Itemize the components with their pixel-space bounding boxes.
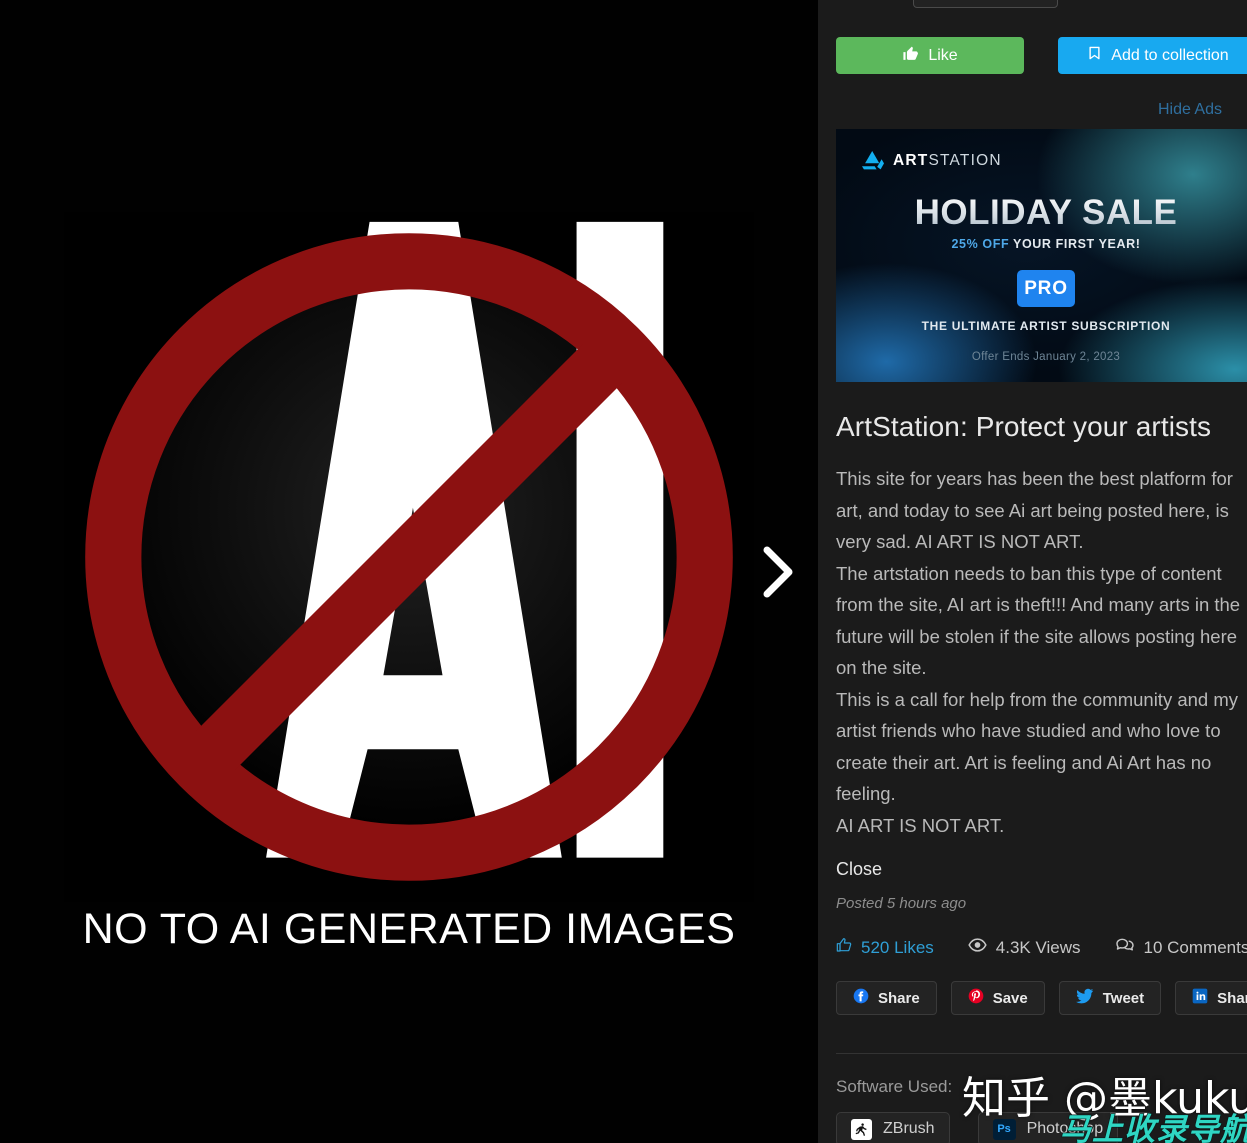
description-paragraph: This is a call for help from the communi… xyxy=(836,688,1239,805)
likes-stat-label: 520 Likes xyxy=(861,937,934,957)
follow-button-partial[interactable] xyxy=(913,0,1058,8)
artstation-pro-ad-banner[interactable]: ARTSTATION HOLIDAY SALE 25% OFF YOUR FIR… xyxy=(836,129,1247,382)
ad-subheadline-rest: YOUR FIRST YEAR! xyxy=(1013,237,1141,251)
artwork-detail-page: NO TO AI GENERATED IMAGES Like Add to co… xyxy=(0,0,1247,1143)
photoshop-icon: Ps xyxy=(992,1118,1016,1140)
artwork-caption: NO TO AI GENERATED IMAGES xyxy=(82,905,736,953)
comments-stat[interactable]: 10 Comments xyxy=(1115,937,1247,958)
posted-timestamp: Posted 5 hours ago xyxy=(836,895,967,912)
post-stats-row: 520 Likes 4.3K Views 10 Comments xyxy=(836,937,1247,958)
facebook-share-label: Share xyxy=(878,989,920,1007)
add-to-collection-button[interactable]: Add to collection xyxy=(1058,37,1247,74)
description-paragraph: The artstation needs to ban this type of… xyxy=(836,562,1241,679)
thumbs-up-icon xyxy=(836,937,852,958)
page-title: ArtStation: Protect your artists xyxy=(836,411,1212,442)
ad-tagline: THE ULTIMATE ARTIST SUBSCRIPTION xyxy=(921,319,1171,333)
software-used-label: Software Used: xyxy=(836,1077,953,1096)
close-description-link[interactable]: Close xyxy=(836,859,882,880)
pinterest-save-label: Save xyxy=(992,989,1028,1007)
facebook-icon xyxy=(853,988,869,1008)
artstation-logo-icon xyxy=(862,151,884,170)
thumbs-up-icon xyxy=(902,45,919,67)
ad-brand-text: ARTSTATION xyxy=(893,152,1002,170)
description-paragraph: This site for years has been the best pl… xyxy=(836,468,1233,552)
like-button[interactable]: Like xyxy=(836,37,1024,74)
software-item-photoshop[interactable]: Ps Photoshop xyxy=(977,1112,1119,1143)
no-ai-sign-graphic xyxy=(59,211,759,902)
ad-brand-bold: ART xyxy=(893,151,929,169)
artwork-viewer: NO TO AI GENERATED IMAGES xyxy=(0,0,818,1143)
bookmark-icon xyxy=(1087,44,1102,67)
views-stat-label: 4.3K Views xyxy=(995,937,1081,957)
ad-brand-logo: ARTSTATION xyxy=(862,151,1002,170)
ad-pro-badge: PRO xyxy=(1017,270,1075,307)
software-used-row: ZBrush Ps Photoshop xyxy=(836,1112,1119,1143)
software-item-zbrush[interactable]: ZBrush xyxy=(836,1112,950,1143)
facebook-share-button[interactable]: Share xyxy=(836,981,937,1015)
post-description: This site for years has been the best pl… xyxy=(836,463,1247,841)
hide-ads-link[interactable]: Hide Ads xyxy=(818,101,1222,119)
ad-offer-ends: Offer Ends January 2, 2023 xyxy=(971,351,1121,363)
ad-brand-light: STATION xyxy=(928,151,1002,169)
comments-stat-label: 10 Comments xyxy=(1143,937,1247,957)
linkedin-share-label: Share xyxy=(1217,989,1247,1007)
share-button-row: Share Save Tweet Share xyxy=(836,981,1247,1015)
ad-subheadline: 25% OFF YOUR FIRST YEAR! xyxy=(836,237,1247,251)
chevron-right-icon xyxy=(761,546,795,598)
ad-headline: HOLIDAY SALE xyxy=(836,193,1247,233)
comments-icon xyxy=(1115,937,1135,958)
linkedin-share-button[interactable]: Share xyxy=(1175,981,1247,1015)
next-artwork-arrow[interactable] xyxy=(748,527,808,617)
prohibition-sign-svg xyxy=(64,211,754,902)
likes-stat[interactable]: 520 Likes xyxy=(836,937,934,958)
action-button-row: Like Add to collection xyxy=(836,37,1247,74)
pinterest-save-button[interactable]: Save xyxy=(950,981,1045,1015)
software-item-label: ZBrush xyxy=(883,1120,935,1137)
section-divider xyxy=(836,1053,1247,1054)
linkedin-icon xyxy=(1192,988,1208,1008)
ad-discount: 25% OFF xyxy=(951,237,1010,251)
twitter-tweet-button[interactable]: Tweet xyxy=(1058,981,1162,1015)
artwork-image[interactable]: NO TO AI GENERATED IMAGES xyxy=(0,0,818,1143)
description-paragraph: AI ART IS NOT ART. xyxy=(836,814,1005,836)
eye-icon xyxy=(968,937,987,958)
artwork-info-sidebar: Like Add to collection Hide Ads ARTSTATI… xyxy=(818,0,1247,1143)
zbrush-icon xyxy=(851,1118,872,1140)
add-to-collection-label: Add to collection xyxy=(1111,46,1229,64)
views-stat: 4.3K Views xyxy=(968,937,1081,958)
software-item-label: Photoshop xyxy=(1026,1120,1104,1137)
like-button-label: Like xyxy=(928,46,958,64)
twitter-tweet-label: Tweet xyxy=(1102,989,1145,1007)
pinterest-icon xyxy=(968,988,984,1008)
twitter-icon xyxy=(1075,988,1094,1008)
